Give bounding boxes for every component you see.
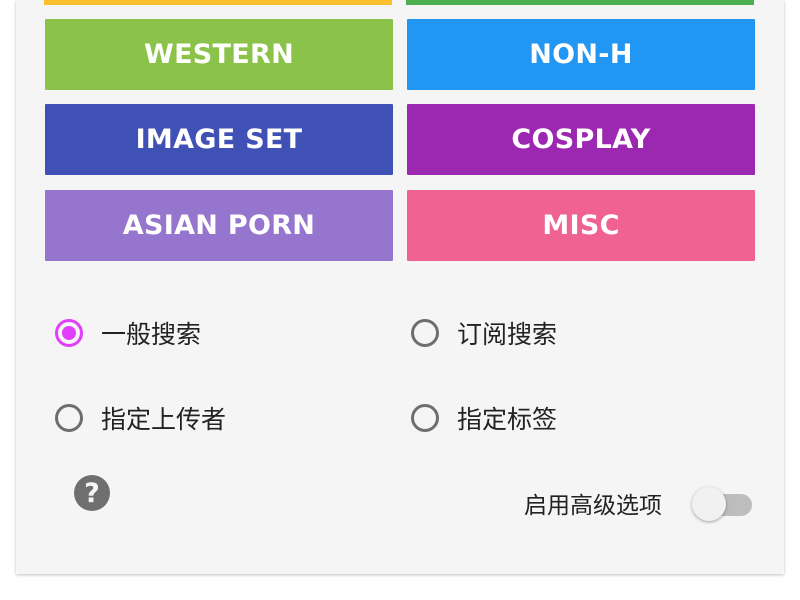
category-button-misc[interactable]: MISC (407, 190, 755, 261)
category-button-cosplay[interactable]: COSPLAY (407, 104, 755, 175)
radio-button-checked[interactable] (55, 319, 83, 347)
radio-button[interactable] (411, 319, 439, 347)
category-button-image-set[interactable]: IMAGE SET (45, 104, 393, 175)
advanced-options-toggle[interactable] (692, 486, 754, 522)
category-label-western: WESTERN (143, 39, 295, 70)
help-glyph: ? (84, 477, 100, 509)
search-options-card: WESTERN NON-H IMAGE SET COSPLAY ASIAN PO… (16, 0, 784, 574)
category-button-partial-green[interactable] (406, 0, 754, 5)
category-label-image-set: IMAGE SET (135, 124, 303, 155)
category-label-asian-porn: ASIAN PORN (122, 210, 316, 241)
toggle-thumb[interactable] (692, 487, 726, 521)
radio-button[interactable] (411, 404, 439, 432)
radio-label-tag-search: 指定标签 (457, 405, 558, 434)
radio-label-subscription-search: 订阅搜索 (457, 320, 558, 349)
category-button-asian-porn[interactable]: ASIAN PORN (45, 190, 393, 261)
category-button-partial-yellow[interactable] (44, 0, 392, 5)
radio-normal-search[interactable]: 一般搜索 (55, 313, 201, 353)
category-label-non-h: NON-H (529, 39, 633, 70)
radio-button[interactable] (55, 404, 83, 432)
radio-label-normal-search: 一般搜索 (101, 320, 202, 349)
advanced-options-label: 启用高级选项 (524, 493, 662, 519)
category-button-non-h[interactable]: NON-H (407, 19, 755, 90)
radio-uploader-search[interactable]: 指定上传者 (55, 398, 226, 438)
radio-tag-search[interactable]: 指定标签 (411, 398, 557, 438)
category-button-western[interactable]: WESTERN (45, 19, 393, 90)
radio-label-uploader-search: 指定上传者 (101, 405, 227, 434)
radio-subscription-search[interactable]: 订阅搜索 (411, 313, 557, 353)
category-label-misc: MISC (542, 210, 620, 241)
category-label-cosplay: COSPLAY (511, 124, 651, 155)
help-icon[interactable]: ? (74, 475, 110, 511)
